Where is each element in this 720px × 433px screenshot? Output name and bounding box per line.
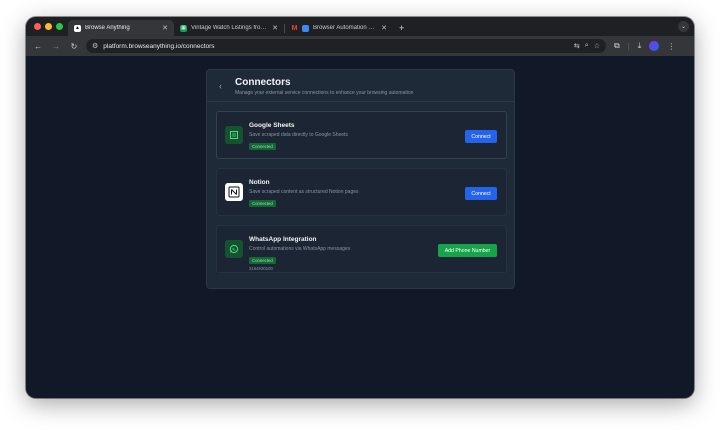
phone-number: 3164930100 [249,266,273,271]
connect-button[interactable]: Connect [465,187,497,200]
connect-button[interactable]: Connect [465,130,497,143]
connector-name: WhatsApp Integration [249,236,317,243]
minimize-window-button[interactable] [45,23,52,30]
tab-browse-anything[interactable]: ▲ Browse Anything ✕ [68,20,174,36]
google-sheets-icon [225,126,243,144]
menu-kebab-icon[interactable]: ⋮ [667,42,675,51]
triangle-logo-icon: ▲ [74,24,81,32]
tabs: ▲ Browse Anything ✕ ▦ Vintage Watch List… [68,20,410,36]
status-badge: Connected [249,200,276,207]
browser-window: ▲ Browse Anything ✕ ▦ Vintage Watch List… [26,17,694,398]
translate-icon[interactable]: ⇆ [574,42,580,50]
close-window-button[interactable] [34,23,41,30]
sheets-icon: ▦ [180,24,187,32]
forward-arrow-icon[interactable]: → [48,38,64,54]
add-phone-number-button[interactable]: Add Phone Number [438,244,497,257]
zoom-icon[interactable]: ⌕ [585,42,589,50]
gmail-icon: M [291,24,298,32]
tab-title: Browse Anything [85,25,130,31]
chevron-left-icon[interactable]: ‹ [219,81,222,91]
toolbar-divider: | [627,41,630,51]
doc-icon [302,24,309,32]
toolbar-actions: ⧉ | ⤓ ⋮ [614,41,675,51]
connector-description: Save scraped data directly to Google She… [249,132,348,138]
page-content: ‹ Connectors Manage your external servic… [26,56,694,398]
new-tab-button[interactable]: + [393,20,410,36]
tab-title: Browser Automation Needs [313,25,377,31]
tab-vintage-watch[interactable]: ▦ Vintage Watch Listings from eBay ✕ [174,20,284,36]
tab-search-button[interactable]: ⌄ [678,21,689,32]
tab-browser-automation[interactable]: M Browser Automation Needs ✕ [285,20,393,36]
bookmark-star-icon[interactable]: ☆ [594,42,600,50]
extensions-icon[interactable]: ⧉ [614,41,620,51]
status-badge: Connected [249,143,276,150]
status-badge: Connected [249,257,276,264]
page-subtitle: Manage your external service connections… [235,90,414,96]
tab-strip: ▲ Browse Anything ✕ ▦ Vintage Watch List… [26,17,694,36]
window-controls [34,23,63,30]
whatsapp-icon [225,240,243,258]
profile-avatar[interactable] [649,41,660,51]
maximize-window-button[interactable] [56,23,63,30]
connector-card-google-sheets: Google Sheets Save scraped data directly… [216,111,507,159]
connector-name: Notion [249,179,270,186]
connector-card-notion: Notion Save scraped content as structure… [216,168,507,216]
connector-description: Control automations via WhatsApp message… [249,246,351,252]
page-title: Connectors [235,77,291,88]
connector-description: Save scraped content as structured Notio… [249,189,359,195]
back-arrow-icon[interactable]: ← [30,38,46,54]
connector-name: Google Sheets [249,122,295,129]
close-tab-icon[interactable]: ✕ [381,24,387,32]
notion-icon [225,183,243,201]
browser-toolbar: ← → ↻ ⚙ platform.browseanything.io/conne… [26,36,694,56]
address-bar[interactable]: ⚙ platform.browseanything.io/connectors … [86,39,606,53]
tab-title: Vintage Watch Listings from eBay [191,25,268,31]
connectors-panel: ‹ Connectors Manage your external servic… [206,69,515,289]
panel-header: ‹ Connectors Manage your external servic… [207,70,514,102]
close-tab-icon[interactable]: ✕ [162,24,168,32]
download-icon[interactable]: ⤓ [638,41,642,51]
connector-card-whatsapp: WhatsApp Integration Control automations… [216,225,507,273]
close-tab-icon[interactable]: ✕ [272,24,278,32]
url-text: platform.browseanything.io/connectors [103,42,215,50]
reload-icon[interactable]: ↻ [66,38,82,54]
site-info-icon[interactable]: ⚙ [92,42,98,50]
